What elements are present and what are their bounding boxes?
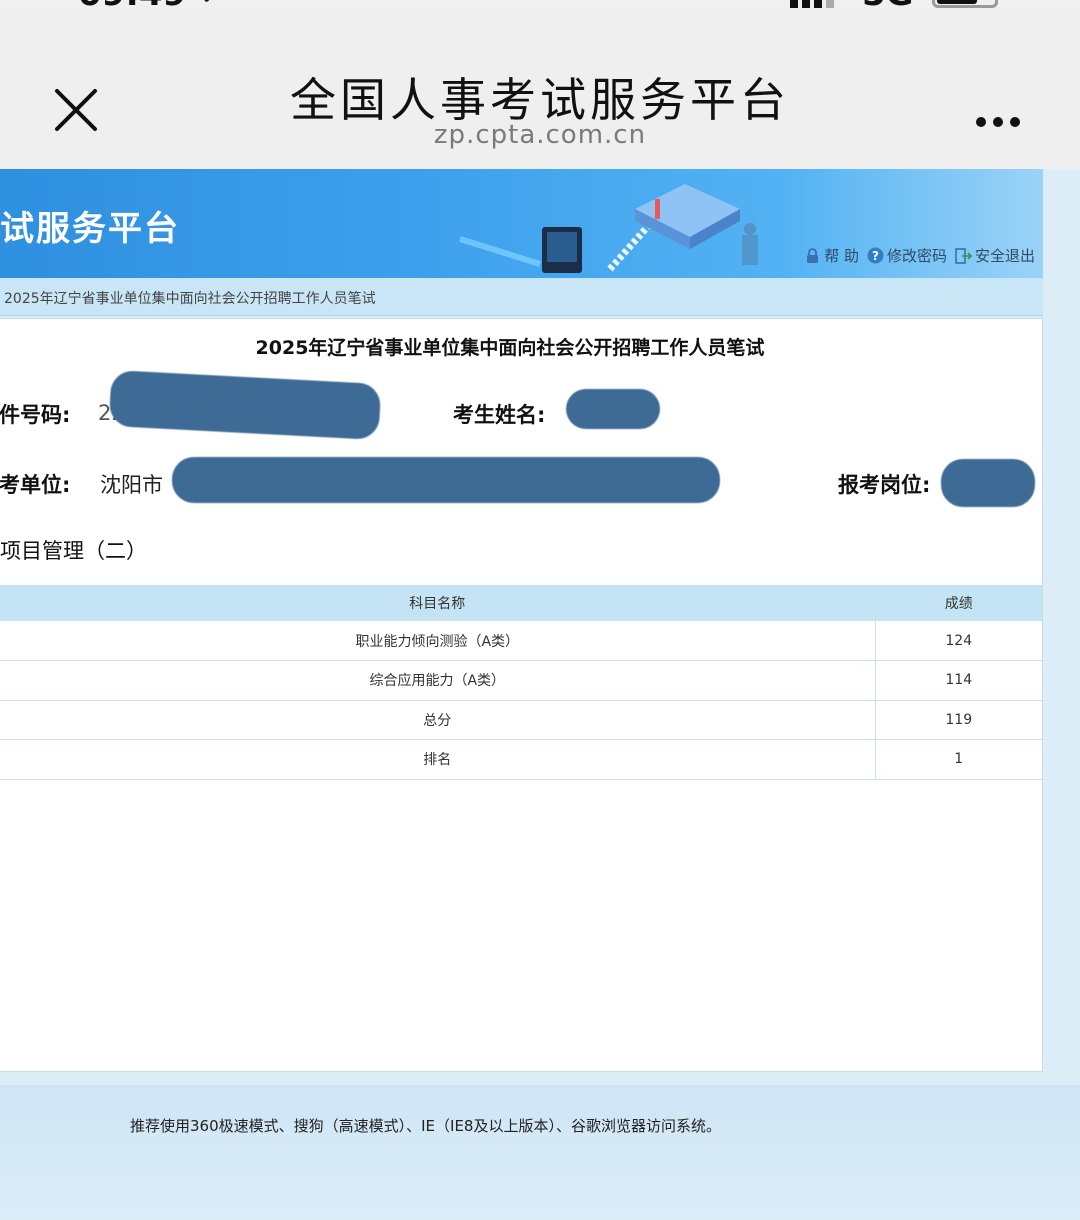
unit-label: 报考单位: bbox=[0, 473, 71, 497]
battery-icon bbox=[932, 0, 998, 8]
id-label: 证件号码: bbox=[0, 403, 71, 427]
score-cell: 114 bbox=[874, 660, 1042, 701]
subject-cell: 总分 bbox=[0, 700, 875, 740]
redaction-mark bbox=[941, 459, 1035, 507]
site-title: 试服务平台 bbox=[0, 209, 180, 249]
site-banner: 试服务平台 帮 助 ? 修改密码 安全退出 bbox=[0, 169, 1043, 278]
help-link-label: 帮 助 bbox=[824, 247, 859, 265]
top-links: 帮 助 ? 修改密码 安全退出 bbox=[800, 245, 1035, 266]
table-row: 综合应用能力（A类） 114 bbox=[0, 660, 1042, 701]
status-bar: 09:49 ✓ 5G bbox=[0, 0, 1080, 14]
score-cell: 119 bbox=[874, 700, 1042, 740]
footer: 推荐使用360极速模式、搜狗（高速模式）、IE（IE8及以上版本）、谷歌浏览器访… bbox=[0, 1085, 1080, 1220]
change-password-label: 修改密码 bbox=[886, 247, 947, 265]
logout-link[interactable]: 安全退出 bbox=[955, 245, 1035, 266]
banner-tail bbox=[1043, 169, 1080, 317]
redaction-mark bbox=[172, 457, 720, 503]
score-column-header: 成绩 bbox=[874, 585, 1042, 621]
subject-cell: 职业能力倾向测验（A类） bbox=[0, 621, 875, 661]
subject-cell: 综合应用能力（A类） bbox=[0, 660, 875, 701]
unit-value: 沈阳市 bbox=[100, 473, 163, 497]
breadcrumb: 2025年辽宁省事业单位集中面向社会公开招聘工作人员笔试 bbox=[0, 278, 1043, 316]
help-link[interactable]: 帮 助 bbox=[804, 245, 859, 266]
table-row: 总分 119 bbox=[0, 700, 1042, 740]
name-label: 考生姓名: bbox=[453, 403, 546, 427]
exam-title: 2025年辽宁省事业单位集中面向社会公开招聘工作人员笔试 bbox=[255, 337, 765, 359]
logout-label: 安全退出 bbox=[974, 247, 1035, 265]
browser-header: 全国人事考试服务平台 zp.cpta.com.cn bbox=[0, 12, 1080, 169]
lock-icon bbox=[807, 248, 819, 263]
question-icon: ? bbox=[867, 247, 884, 264]
banner-illustration bbox=[459, 184, 758, 273]
table-row: 排名 1 bbox=[0, 739, 1042, 780]
score-table: 科目名称 成绩 职业能力倾向测验（A类） 124 综合应用能力（A类） 114 … bbox=[0, 585, 1042, 780]
change-password-link[interactable]: ? 修改密码 bbox=[867, 245, 947, 266]
subject-column-header: 科目名称 bbox=[0, 585, 875, 621]
section-title: 项目管理（二） bbox=[0, 539, 147, 563]
more-icon[interactable] bbox=[976, 112, 1028, 127]
subject-cell: 排名 bbox=[0, 739, 875, 780]
redaction-mark bbox=[108, 369, 382, 441]
score-cell: 1 bbox=[874, 739, 1042, 780]
score-cell: 124 bbox=[874, 621, 1042, 661]
svg-text:?: ? bbox=[872, 249, 879, 263]
redaction-mark bbox=[566, 389, 660, 429]
exit-icon bbox=[955, 248, 972, 264]
browser-url: zp.cpta.com.cn bbox=[433, 120, 647, 150]
browser-recommendation-note: 推荐使用360极速模式、搜狗（高速模式）、IE（IE8及以上版本）、谷歌浏览器访… bbox=[130, 1117, 721, 1135]
table-row: 职业能力倾向测验（A类） 124 bbox=[0, 621, 1042, 661]
content-panel: 2025年辽宁省事业单位集中面向社会公开招聘工作人员笔试 证件号码: 22 考生… bbox=[0, 318, 1043, 1072]
position-label: 报考岗位: bbox=[838, 473, 931, 497]
